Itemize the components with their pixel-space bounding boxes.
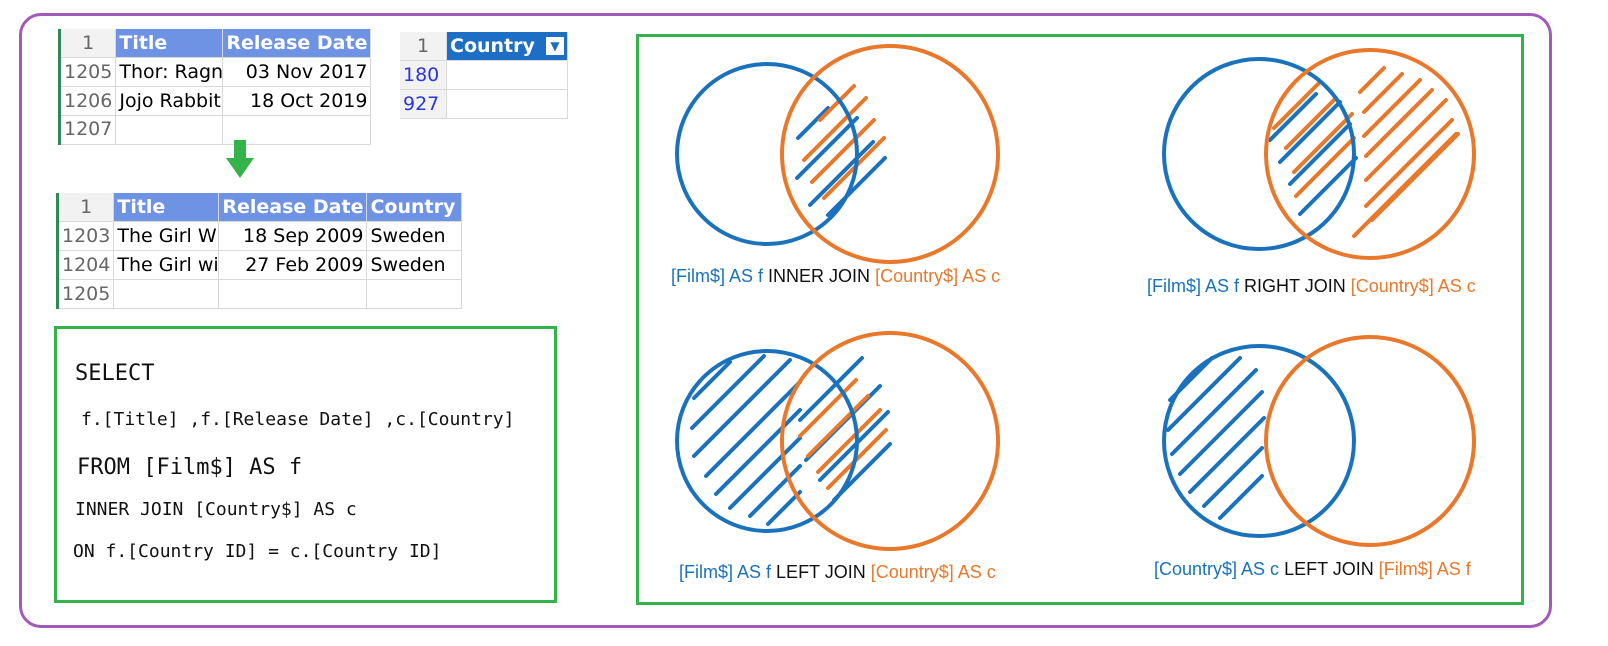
country-circle	[1264, 335, 1476, 547]
caption-join-op: LEFT JOIN	[776, 562, 866, 582]
film-circle	[675, 62, 859, 246]
film-circle	[1162, 344, 1356, 538]
caption-right-join: [Film$] AS f RIGHT JOIN [Country$] AS c	[1147, 276, 1476, 297]
caption-inner-join: [Film$] AS f INNER JOIN [Country$] AS c	[671, 266, 1000, 287]
caption-left-table: [Film$] AS f	[671, 266, 764, 286]
caption-join-op: INNER JOIN	[768, 266, 871, 286]
caption-join-op: RIGHT JOIN	[1244, 276, 1346, 296]
country-circle	[780, 44, 1000, 264]
caption-right-table: [Film$] AS f	[1378, 559, 1471, 579]
country-circle	[780, 331, 1000, 551]
hatch-blue	[690, 354, 892, 526]
caption-left-table: [Country$] AS c	[1154, 559, 1280, 579]
venn-inner-join	[675, 44, 1000, 264]
caption-right-table: [Country$] AS c	[875, 266, 1001, 286]
caption-left-join-reversed: [Country$] AS c LEFT JOIN [Film$] AS f	[1154, 559, 1471, 580]
caption-left-table: [Film$] AS f	[679, 562, 772, 582]
venn-left-only	[1162, 335, 1476, 547]
venn-left-join	[675, 331, 1000, 551]
caption-right-table: [Country$] AS c	[870, 562, 996, 582]
caption-right-table: [Country$] AS c	[1350, 276, 1476, 296]
caption-left-join: [Film$] AS f LEFT JOIN [Country$] AS c	[679, 562, 996, 583]
venn-right-join	[1162, 48, 1476, 260]
venn-diagrams	[675, 44, 1476, 551]
caption-left-table: [Film$] AS f	[1147, 276, 1240, 296]
caption-join-op: LEFT JOIN	[1284, 559, 1374, 579]
film-circle	[1162, 57, 1356, 251]
